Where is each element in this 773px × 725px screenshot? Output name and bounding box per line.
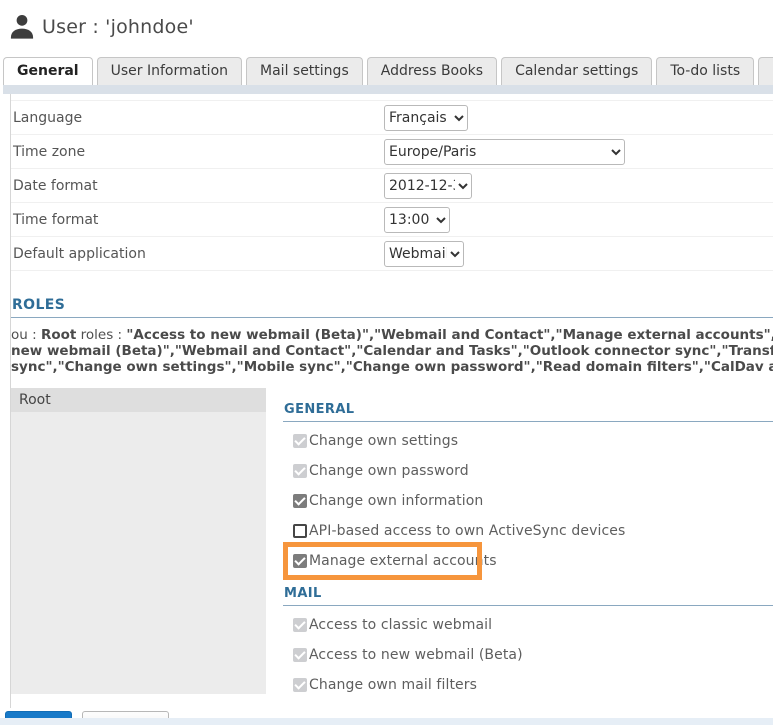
role-row-change-own-password: Change own password xyxy=(283,456,773,486)
user-icon xyxy=(8,13,36,41)
tab-user-information[interactable]: User Information xyxy=(97,57,242,85)
role-label-access-to-new-webmail-beta: Access to new webmail (Beta) xyxy=(309,647,523,663)
tree-item-root[interactable]: Root xyxy=(11,388,266,412)
manage-external-accounts-checkbox[interactable] xyxy=(293,554,307,568)
access-to-new-webmail-beta-checkbox[interactable] xyxy=(293,648,307,662)
date-format-select[interactable]: 2012-12-31 xyxy=(384,173,472,199)
change-own-mail-filters-checkbox[interactable] xyxy=(293,678,307,692)
general-section-title: GENERAL xyxy=(283,402,773,422)
tab-to-do-lists[interactable]: To-do lists xyxy=(656,57,754,85)
tab-calendar-settings[interactable]: Calendar settings xyxy=(501,57,652,85)
tab-content-general: LanguageFrançaisTime zoneEurope/ParisDat… xyxy=(10,94,773,708)
user-settings-page: User : 'johndoe' GeneralUser Information… xyxy=(0,0,773,725)
roles-summary-line: ou : Root roles : "Access to new webmail… xyxy=(11,327,773,343)
bottom-strip xyxy=(0,718,773,725)
tab-mail-settings[interactable]: Mail settings xyxy=(246,57,363,85)
roles-summary-line: new webmail (Beta)","Webmail and Contact… xyxy=(11,343,773,359)
change-own-password-checkbox[interactable] xyxy=(293,464,307,478)
role-label-manage-external-accounts: Manage external accounts xyxy=(309,553,497,569)
time-zone-select[interactable]: Europe/Paris xyxy=(384,139,625,165)
field-label-default-application: Default application xyxy=(13,246,384,262)
role-row-change-own-information: Change own information xyxy=(283,486,773,516)
time-format-select[interactable]: 13:00 xyxy=(384,207,450,233)
role-row-api-based-access-to-own-activesync-devices: API-based access to own ActiveSync devic… xyxy=(283,516,773,546)
form-row-default-application: Default applicationWebmail xyxy=(11,237,773,271)
roles-summary-line: sync","Change own settings","Mobile sync… xyxy=(11,359,773,375)
role-label-change-own-settings: Change own settings xyxy=(309,433,458,449)
settings-form: LanguageFrançaisTime zoneEurope/ParisDat… xyxy=(11,100,773,271)
role-label-access-to-classic-webmail: Access to classic webmail xyxy=(309,617,492,633)
role-label-change-own-information: Change own information xyxy=(309,493,483,509)
role-group-mail: MAIL Access to classic webmail Access to n… xyxy=(283,586,773,700)
tab-bar: GeneralUser InformationMail settingsAddr… xyxy=(3,57,773,85)
role-label-api-based-access-to-own-activesync-devices: API-based access to own ActiveSync devic… xyxy=(309,523,625,539)
field-label-time-format: Time format xyxy=(13,212,384,228)
roles-detail: GENERAL Change own settings Change own pas… xyxy=(283,388,773,708)
api-based-access-to-own-activesync-devices-checkbox[interactable] xyxy=(293,524,307,538)
form-row-language: LanguageFrançais xyxy=(11,101,773,135)
form-row-time-zone: Time zoneEurope/Paris xyxy=(11,135,773,169)
form-row-time-format: Time format13:00 xyxy=(11,203,773,237)
mail-section-title: MAIL xyxy=(283,586,773,606)
role-row-access-to-new-webmail-beta: Access to new webmail (Beta) xyxy=(283,640,773,670)
language-select[interactable]: Français xyxy=(384,105,468,131)
tab-maintenance[interactable]: Maintenance xyxy=(758,57,773,85)
form-row-date-format: Date format2012-12-31 xyxy=(11,169,773,203)
role-label-change-own-password: Change own password xyxy=(309,463,469,479)
role-row-access-to-classic-webmail: Access to classic webmail xyxy=(283,610,773,640)
roles-body: Root GENERAL Change own settings Change ow… xyxy=(11,388,773,708)
page-header: User : 'johndoe' xyxy=(0,0,773,41)
tab-band xyxy=(3,85,773,94)
roles-section-title: ROLES xyxy=(11,297,773,318)
field-label-time-zone: Time zone xyxy=(13,144,384,160)
tab-general[interactable]: General xyxy=(3,57,93,85)
roles-tree: Root xyxy=(11,388,266,694)
role-group-general: GENERAL Change own settings Change own pas… xyxy=(283,402,773,576)
access-to-classic-webmail-checkbox[interactable] xyxy=(293,618,307,632)
change-own-information-checkbox[interactable] xyxy=(293,494,307,508)
roles-summary: ou : Root roles : "Access to new webmail… xyxy=(11,327,773,375)
field-label-language: Language xyxy=(13,110,384,126)
role-row-change-own-mail-filters: Change own mail filters xyxy=(283,670,773,700)
page-title: User : 'johndoe' xyxy=(42,16,194,38)
tab-address-books[interactable]: Address Books xyxy=(367,57,497,85)
role-row-change-own-settings: Change own settings xyxy=(283,426,773,456)
field-label-date-format: Date format xyxy=(13,178,384,194)
role-row-manage-external-accounts: Manage external accounts xyxy=(283,546,773,576)
default-application-select[interactable]: Webmail xyxy=(384,241,464,267)
role-label-change-own-mail-filters: Change own mail filters xyxy=(309,677,477,693)
change-own-settings-checkbox[interactable] xyxy=(293,434,307,448)
